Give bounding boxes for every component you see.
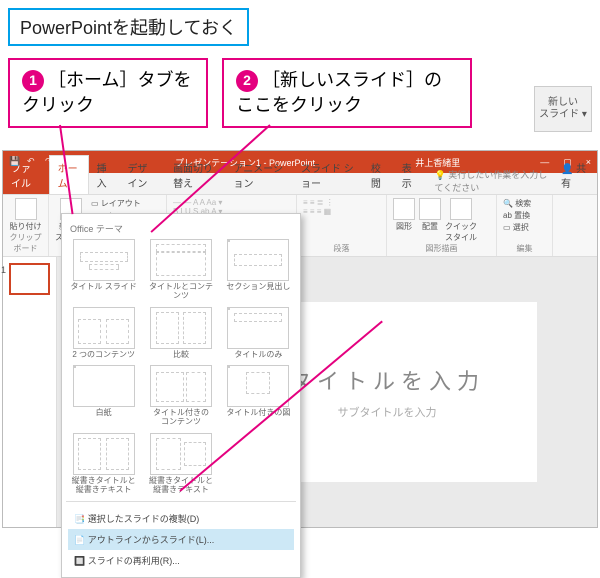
- layout-title-only[interactable]: タイトルのみ: [223, 307, 294, 360]
- layout-picture-caption-label: タイトル付きの図: [226, 409, 290, 418]
- menu-reuse-label: スライドの再利用(R)...: [88, 556, 180, 566]
- banner-launch-powerpoint: PowerPointを起動しておく: [8, 8, 249, 46]
- share-button[interactable]: 👤 共有: [551, 156, 597, 194]
- layout-title-slide-label: タイトル スライド: [71, 283, 137, 292]
- callout-1: 1［ホーム］タブを クリック: [8, 58, 208, 128]
- gallery-grid: タイトル スライド タイトルとコンテンツ セクション見出し 2 つのコンテンツ …: [68, 239, 294, 495]
- callout-2-number: 2: [236, 70, 258, 92]
- layout-title-only-label: タイトルのみ: [234, 351, 282, 360]
- select-label: 選択: [513, 223, 529, 232]
- layout-comparison-label: 比較: [173, 351, 189, 360]
- new-slide-gallery: Office テーマ タイトル スライド タイトルとコンテンツ セクション見出し…: [61, 213, 301, 578]
- quick-styles-icon: [450, 198, 472, 220]
- thumbnail-index: 1: [1, 265, 6, 275]
- gallery-separator: [66, 501, 296, 502]
- callout-1-number: 1: [22, 70, 44, 92]
- tab-review[interactable]: 校閲: [363, 156, 394, 194]
- slide-thumbnails-pane[interactable]: 1: [3, 257, 57, 527]
- tab-design[interactable]: デザイン: [119, 156, 165, 194]
- tell-me-box[interactable]: 💡 実行したい作業を入力してください: [435, 168, 551, 194]
- layout-vertical-text[interactable]: 縦書きタイトルと 縦書きテキスト: [68, 433, 139, 495]
- qat-save-icon[interactable]: 💾: [9, 156, 21, 168]
- group-clipboard: 貼り付け クリップボード: [3, 195, 49, 256]
- layout-title-content[interactable]: タイトルとコンテンツ: [145, 239, 216, 301]
- layout-title-content-label: タイトルとコンテンツ: [145, 283, 216, 301]
- arrange-icon: [419, 198, 441, 220]
- menu-duplicate-label: 選択したスライドの複製(D): [88, 514, 200, 524]
- arrange-button[interactable]: 配置: [419, 198, 441, 243]
- quick-styles-button[interactable]: クイック スタイル: [445, 198, 477, 243]
- new-slide-sample-button: 新しい スライド ▾: [534, 86, 592, 132]
- gallery-header: Office テーマ: [68, 220, 294, 239]
- replace-label: 置換: [514, 211, 530, 220]
- find-button[interactable]: 🔍 検索: [503, 198, 546, 209]
- new-slide-sample-line2: スライド ▾: [539, 109, 587, 121]
- callout-2-text: ［新しいスライド］の ここをクリック: [236, 70, 442, 115]
- paragraph-controls: ≡ ≡ ≣ ⋮≡ ≡ ≡ ▦: [303, 198, 380, 216]
- paste-label: 貼り付け: [10, 221, 42, 232]
- layout-section-header-label: セクション見出し: [226, 283, 290, 292]
- layout-blank[interactable]: 白紙: [68, 365, 139, 427]
- new-slide-sample-line1: 新しい: [548, 97, 578, 109]
- layout-blank-label: 白紙: [96, 409, 112, 418]
- layout-vertical-text-label: 縦書きタイトルと 縦書きテキスト: [72, 477, 136, 495]
- share-label: 共有: [561, 164, 586, 190]
- layout-vertical-title-text[interactable]: 縦書きタイトルと 縦書きテキスト: [145, 433, 216, 495]
- menu-outline-label: アウトラインからスライド(L)...: [88, 535, 215, 545]
- shapes-button[interactable]: 図形: [393, 198, 415, 243]
- tell-me-text: 実行したい作業を入力してください: [435, 170, 548, 193]
- menu-slides-from-outline[interactable]: 📄 アウトラインからスライド(L)...: [68, 529, 294, 550]
- menu-duplicate-slides[interactable]: 📑 選択したスライドの複製(D): [68, 508, 294, 529]
- qat-undo-icon[interactable]: ↶: [27, 156, 39, 168]
- paste-button[interactable]: 貼り付け: [9, 198, 42, 232]
- tab-animations[interactable]: アニメーション: [225, 156, 293, 194]
- layout-title-slide[interactable]: タイトル スライド: [68, 239, 139, 301]
- layout-button[interactable]: ▭ レイアウト: [91, 198, 141, 209]
- layout-vertical-title-text-label: 縦書きタイトルと 縦書きテキスト: [149, 477, 213, 495]
- thumbnail-slide-1[interactable]: 1: [9, 263, 50, 295]
- group-drawing: 図形 配置 クイック スタイル 図形描画: [387, 195, 497, 256]
- menu-reuse-slides[interactable]: 🔲 スライドの再利用(R)...: [68, 550, 294, 571]
- subtitle-placeholder[interactable]: サブタイトルを入力: [338, 404, 437, 420]
- arrange-label: 配置: [422, 221, 438, 232]
- tab-view[interactable]: 表示: [394, 156, 425, 194]
- layout-two-content[interactable]: 2 つのコンテンツ: [68, 307, 139, 360]
- select-button[interactable]: ▭ 選択: [503, 222, 546, 233]
- title-placeholder[interactable]: タイトルを入力: [289, 364, 485, 396]
- group-editing: 🔍 検索 ab 置換 ▭ 選択 編集: [497, 195, 553, 256]
- group-editing-label: 編集: [503, 243, 546, 254]
- layout-content-caption[interactable]: タイトル付きの コンテンツ: [145, 365, 216, 427]
- qat-redo-icon[interactable]: ↷: [45, 156, 57, 168]
- layout-section-header[interactable]: セクション見出し: [223, 239, 294, 301]
- tab-slideshow[interactable]: スライド ショー: [293, 156, 363, 194]
- tab-transitions[interactable]: 画面切り替え: [165, 156, 225, 194]
- shapes-icon: [393, 198, 415, 220]
- layout-picture-caption[interactable]: タイトル付きの図: [223, 365, 294, 427]
- callout-2: 2［新しいスライド］の ここをクリック: [222, 58, 472, 128]
- layout-comparison[interactable]: 比較: [145, 307, 216, 360]
- layout-two-content-label: 2 つのコンテンツ: [72, 351, 135, 360]
- minimize-button[interactable]: —: [540, 157, 549, 168]
- ribbon-tabs: ファイル ホーム 挿入 デザイン 画面切り替え アニメーション スライド ショー…: [3, 173, 597, 195]
- paste-icon: [15, 198, 37, 220]
- layout-content-caption-label: タイトル付きの コンテンツ: [153, 409, 209, 427]
- tab-insert[interactable]: 挿入: [89, 156, 120, 194]
- group-paragraph: ≡ ≡ ≣ ⋮≡ ≡ ≡ ▦ 段落: [297, 195, 387, 256]
- group-drawing-label: 図形描画: [393, 243, 490, 254]
- replace-button[interactable]: ab 置換: [503, 210, 546, 221]
- quick-styles-label: クイック スタイル: [445, 221, 477, 243]
- group-paragraph-label: 段落: [303, 243, 380, 254]
- layout-label: レイアウト: [101, 199, 141, 208]
- powerpoint-window: 💾 ↶ ↷ ▷ プレゼンテーション1 - PowerPoint 井上香緒里 — …: [2, 150, 598, 528]
- callout-1-text: ［ホーム］タブを クリック: [22, 70, 191, 115]
- group-clipboard-label: クリップボード: [9, 232, 42, 254]
- find-label: 検索: [515, 199, 531, 208]
- shapes-label: 図形: [396, 221, 412, 232]
